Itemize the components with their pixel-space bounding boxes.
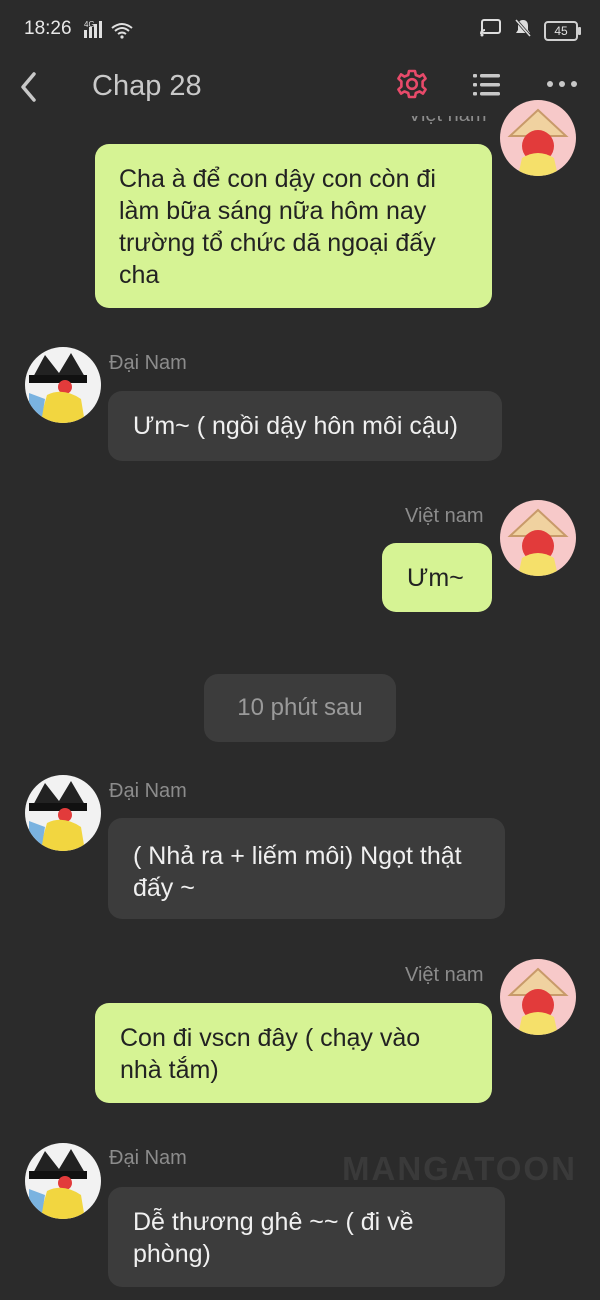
- message-text: Ưm~: [407, 564, 464, 592]
- avatar-dai-nam: [25, 1143, 101, 1219]
- time-divider: 10 phút sau: [204, 674, 396, 742]
- message-bubble: Dễ thương ghê ~~ ( đi về phòng): [108, 1187, 505, 1287]
- status-time: 18:26: [24, 18, 72, 39]
- gear-icon[interactable]: [396, 68, 428, 100]
- message-text: Cha à để con dậy con còn đi làm bữa sáng…: [119, 165, 436, 289]
- message-bubble: Con đi vscn đây ( chạy vào nhà tắm): [95, 1003, 492, 1103]
- speaker-name: Việt nam: [405, 505, 484, 527]
- message-bubble: Ưm~ ( ngồi dậy hôn môi cậu): [108, 391, 502, 461]
- message-text: Con đi vscn đây ( chạy vào nhà tắm): [120, 1024, 421, 1084]
- message-text: ( Nhả ra + liếm môi) Ngọt thật đấy ~: [133, 842, 462, 902]
- avatar-dai-nam: [25, 775, 101, 851]
- battery-indicator: 45: [544, 20, 581, 41]
- message-bubble: ( Nhả ra + liếm môi) Ngọt thật đấy ~: [108, 818, 505, 919]
- list-icon[interactable]: [472, 70, 502, 100]
- message-bubble: Ưm~: [382, 543, 492, 612]
- chapter-header: Chap 28: [0, 60, 600, 110]
- status-bar: 18:26 4G 45: [0, 0, 600, 60]
- back-arrow-icon[interactable]: [14, 66, 44, 104]
- cast-icon: [480, 19, 502, 42]
- more-icon[interactable]: [546, 76, 578, 92]
- message-bubble: Cha à để con dậy con còn đi làm bữa sáng…: [95, 144, 492, 308]
- watermark-logo: MANGATOON: [342, 1150, 577, 1187]
- avatar-viet-nam: [500, 959, 576, 1035]
- avatar-viet-nam: [500, 100, 576, 176]
- speaker-name: Việt nam: [405, 964, 484, 986]
- message-text: Ưm~ ( ngồi dậy hôn môi cậu): [133, 412, 458, 440]
- signal-icon: 4G: [84, 20, 134, 45]
- speaker-name: Đại Nam: [109, 780, 187, 802]
- mute-icon: [514, 18, 532, 43]
- avatar-viet-nam: [500, 500, 576, 576]
- page-title: Chap 28: [92, 70, 202, 102]
- speaker-name: Đại Nam: [109, 352, 187, 374]
- status-icons: 45: [480, 18, 581, 43]
- message-text: Dễ thương ghê ~~ ( đi về phòng): [133, 1208, 414, 1268]
- speaker-name: Đại Nam: [109, 1147, 187, 1169]
- avatar-dai-nam: [25, 347, 101, 423]
